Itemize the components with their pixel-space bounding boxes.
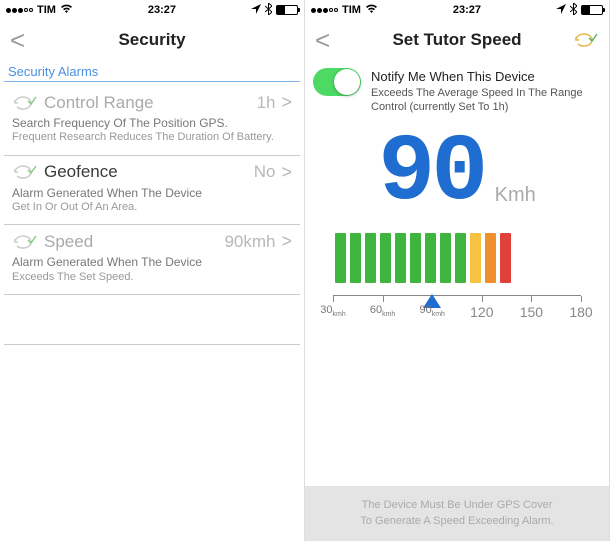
status-bar: TIM 23:27 bbox=[305, 0, 609, 20]
carrier-label: TIM bbox=[37, 4, 56, 16]
row-geofence[interactable]: Geofence No > Alarm Generated When The D… bbox=[4, 156, 300, 226]
row-value: 90kmh bbox=[224, 232, 275, 252]
row-control-range[interactable]: Control Range 1h > Search Frequency Of T… bbox=[4, 86, 300, 156]
section-header: Security Alarms bbox=[0, 60, 304, 81]
back-button[interactable]: < bbox=[10, 25, 25, 56]
signal-dots bbox=[311, 8, 338, 13]
chevron-right-icon: > bbox=[281, 231, 292, 252]
row-value: 1h bbox=[257, 93, 276, 113]
reload-icon bbox=[12, 95, 38, 111]
speed-value: 90 bbox=[378, 131, 484, 217]
row-subtitle: Alarm Generated When The Device bbox=[12, 186, 292, 200]
chevron-right-icon: > bbox=[281, 92, 292, 113]
notify-toggle[interactable] bbox=[313, 68, 361, 96]
bluetooth-icon bbox=[570, 3, 577, 18]
screen-security: TIM 23:27 < Security Security Alarms Con… bbox=[0, 0, 305, 541]
empty-row bbox=[4, 315, 300, 345]
row-description: Frequent Research Reduces The Duration O… bbox=[12, 130, 292, 144]
reload-icon bbox=[12, 164, 38, 180]
page-title: Set Tutor Speed bbox=[392, 30, 521, 50]
carrier-label: TIM bbox=[342, 4, 361, 16]
nav-bar: < Security bbox=[0, 20, 304, 60]
nav-bar: < Set Tutor Speed bbox=[305, 20, 609, 60]
reload-icon bbox=[12, 234, 38, 250]
footer-note: The Device Must Be Under GPS Cover To Ge… bbox=[305, 486, 609, 541]
reload-icon[interactable] bbox=[573, 32, 599, 48]
chevron-right-icon: > bbox=[281, 162, 292, 183]
location-icon bbox=[556, 4, 566, 17]
location-icon bbox=[251, 4, 261, 17]
speed-display: 90 Kmh bbox=[305, 123, 609, 217]
row-title: Control Range bbox=[44, 93, 154, 113]
notify-toggle-row: Notify Me When This Device Exceeds The A… bbox=[305, 60, 609, 123]
row-description: Exceeds The Set Speed. bbox=[12, 270, 292, 284]
battery-icon bbox=[276, 5, 298, 15]
bluetooth-icon bbox=[265, 3, 272, 18]
speed-unit: Kmh bbox=[495, 184, 536, 207]
row-title: Speed bbox=[44, 232, 93, 252]
speed-bars bbox=[305, 217, 609, 287]
status-time: 23:27 bbox=[148, 4, 176, 16]
empty-row bbox=[4, 365, 300, 395]
screen-tutor-speed: TIM 23:27 < Set Tutor Speed Notify Me Wh… bbox=[305, 0, 610, 541]
row-subtitle: Search Frequency Of The Position GPS. bbox=[12, 116, 292, 130]
status-time: 23:27 bbox=[453, 4, 481, 16]
back-button[interactable]: < bbox=[315, 25, 330, 56]
battery-icon bbox=[581, 5, 603, 15]
row-speed[interactable]: Speed 90kmh > Alarm Generated When The D… bbox=[4, 225, 300, 295]
row-value: No bbox=[254, 162, 276, 182]
status-bar: TIM 23:27 bbox=[0, 0, 304, 20]
speed-slider[interactable]: 30kmh 60kmh 90kmh 120 150 180 bbox=[333, 295, 581, 331]
signal-dots bbox=[6, 8, 33, 13]
wifi-icon bbox=[60, 4, 73, 17]
row-subtitle: Alarm Generated When The Device bbox=[12, 255, 292, 269]
wifi-icon bbox=[365, 4, 378, 17]
row-title: Geofence bbox=[44, 162, 118, 182]
row-description: Get In Or Out Of An Area. bbox=[12, 200, 292, 214]
page-title: Security bbox=[118, 30, 185, 50]
notify-description: Notify Me When This Device Exceeds The A… bbox=[371, 68, 583, 115]
